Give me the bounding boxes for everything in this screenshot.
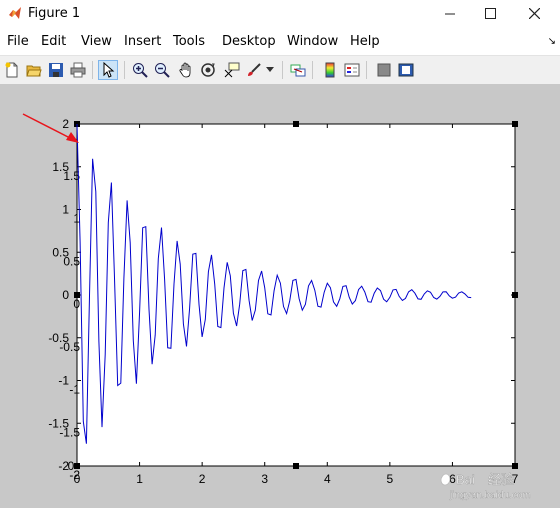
y-tick-label-offset: -0.5 <box>59 340 80 354</box>
brush-dropdown-icon <box>266 67 274 72</box>
brush-button[interactable] <box>244 60 264 80</box>
legend-icon <box>344 63 360 77</box>
watermark-suffix: 经验 <box>488 472 514 488</box>
open-file-button[interactable] <box>24 60 44 80</box>
selection-handle[interactable] <box>293 463 299 469</box>
matlab-logo-icon <box>9 7 21 19</box>
rotate-3d-icon <box>201 63 215 77</box>
axes-box[interactable] <box>76 123 516 467</box>
x-tick-label: 1 <box>136 472 143 486</box>
save-icon <box>49 63 63 77</box>
zoom-out-icon <box>155 63 170 78</box>
new-figure-button[interactable] <box>2 60 22 80</box>
x-tick-label: 0 <box>74 472 81 486</box>
y-tick-label: -1 <box>58 374 69 388</box>
x-tick-label: 3 <box>261 472 268 486</box>
toolbar-separator <box>312 61 313 79</box>
zoom-in-icon <box>133 63 148 78</box>
window-title: Figure 1 <box>28 6 81 21</box>
data-cursor-icon <box>224 62 240 78</box>
hide-plot-tools-button[interactable] <box>374 60 394 80</box>
x-tick-label: 2 <box>199 472 206 486</box>
brush-icon <box>248 63 261 76</box>
print-button[interactable] <box>68 60 88 80</box>
close-icon <box>528 7 540 20</box>
y-tick-label: 0 <box>62 288 69 302</box>
menu-insert[interactable]: Insert <box>124 34 161 49</box>
y-tick-label: 1 <box>62 203 69 217</box>
toolbar-separator <box>366 61 367 79</box>
toolbar-separator <box>124 61 125 79</box>
y-tick-label-offset: 0.5 <box>63 254 80 268</box>
title-bar[interactable]: Figure 1 <box>0 0 560 28</box>
pan-hand-icon <box>179 62 191 78</box>
menu-view[interactable]: View <box>81 34 112 49</box>
colorbar-button[interactable] <box>320 60 340 80</box>
pan-button[interactable] <box>176 60 196 80</box>
toolbar-separator <box>92 61 93 79</box>
plot-svg[interactable]: 21.510.50-0.5-1-1.5-2 1.510.50-0.5-1-1.5… <box>0 84 560 508</box>
link-plot-icon <box>290 64 306 77</box>
annotation-arrow[interactable] <box>22 113 79 143</box>
figure-canvas[interactable]: 2 1.5 1 0.5 0 -0.5 -1 -1.5 -2 1.5 1 0.5 0 -0.5 -1 -1.5… <box>0 84 560 508</box>
y-tick-label-offset: -1.5 <box>59 425 80 439</box>
data-cursor-button[interactable] <box>222 60 242 80</box>
zoom-out-button[interactable] <box>152 60 172 80</box>
watermark-brand: Bai <box>456 472 475 487</box>
minimize-button[interactable] <box>428 0 472 28</box>
link-plot-button[interactable] <box>288 60 308 80</box>
selection-handle[interactable] <box>293 121 299 127</box>
y-tick-label-offset: -1 <box>69 383 80 397</box>
figure-toolbar <box>0 55 560 85</box>
brush-dropdown-button[interactable] <box>264 60 276 80</box>
baidu-watermark-logo: Bai 经验 jingyan.baidu.com <box>440 472 531 501</box>
open-file-icon <box>26 65 42 77</box>
menu-tools[interactable]: Tools <box>173 34 205 49</box>
y-tick-label-offset: 0 <box>73 297 80 311</box>
show-plot-tools-button[interactable] <box>396 60 416 80</box>
menu-window[interactable]: Window <box>287 34 338 49</box>
new-figure-icon <box>5 62 18 78</box>
maximize-button[interactable] <box>468 0 512 28</box>
menu-edit[interactable]: Edit <box>41 34 66 49</box>
show-plot-tools-icon <box>398 63 414 77</box>
x-tick-label: 4 <box>324 472 331 486</box>
rotate-3d-button[interactable] <box>198 60 218 80</box>
x-tick-label: 5 <box>387 472 394 486</box>
colorbar-icon <box>325 62 335 78</box>
watermark-url: jingyan.baidu.com <box>449 490 531 501</box>
select-arrow-button[interactable] <box>98 60 118 80</box>
print-icon <box>70 62 86 78</box>
hide-plot-tools-icon <box>377 63 391 77</box>
select-arrow-icon <box>103 62 115 78</box>
maximize-icon <box>484 8 496 19</box>
toolbar-separator <box>282 61 283 79</box>
menu-help[interactable]: Help <box>350 34 380 49</box>
dock-arrow-icon[interactable]: ↘ <box>548 36 556 47</box>
legend-button[interactable] <box>342 60 362 80</box>
menu-bar: File Edit View Insert Tools Desktop Wind… <box>0 30 560 52</box>
menu-desktop[interactable]: Desktop <box>222 34 276 49</box>
save-button[interactable] <box>46 60 66 80</box>
menu-file[interactable]: File <box>7 34 29 49</box>
close-button[interactable] <box>512 0 556 28</box>
minimize-icon <box>445 13 455 15</box>
y-tick-label: 2 <box>62 117 69 131</box>
zoom-in-button[interactable] <box>130 60 150 80</box>
x-tick-label-offset: 0 <box>68 459 75 473</box>
